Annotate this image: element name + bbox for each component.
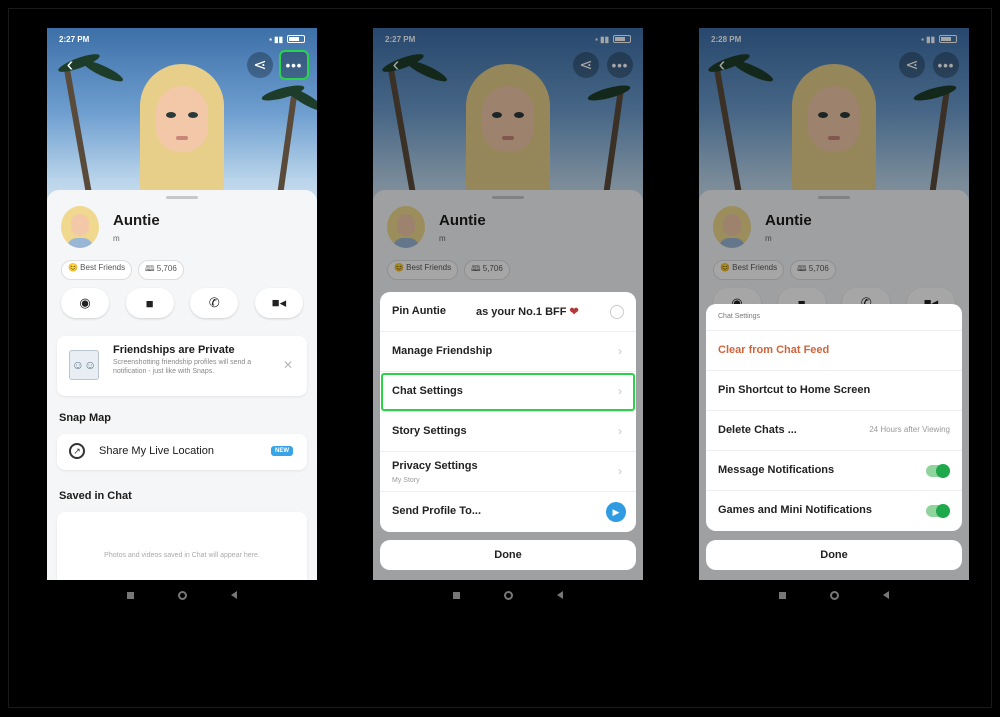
pin-bff-text: as your No.1 BFF xyxy=(476,306,567,318)
delete-chats-item[interactable]: Delete Chats ... 24 Hours after Viewing xyxy=(706,411,962,451)
menu-item-label: Pin Shortcut to Home Screen xyxy=(718,384,871,396)
message-notifications-item: Message Notifications xyxy=(706,451,962,491)
android-nav-bar xyxy=(373,580,643,610)
recents-icon[interactable] xyxy=(779,591,786,599)
delete-chats-value: 24 Hours after Viewing xyxy=(869,425,950,434)
done-button[interactable]: Done xyxy=(706,540,962,570)
action-row: ◉ ■ ✆ ■◂ xyxy=(61,288,303,318)
chat-icon: ■ xyxy=(145,295,154,311)
chevron-right-icon: › xyxy=(618,424,622,438)
palm-leaf xyxy=(80,57,126,85)
recents-icon[interactable] xyxy=(127,591,134,599)
chevron-right-icon: › xyxy=(618,464,622,478)
menu-item-label: Message Notifications xyxy=(718,464,835,476)
chevron-right-icon: › xyxy=(618,344,622,358)
profile-sheet: Auntie m 😊 Best Friends 🕮 5,706 ◉ ■ ✆ ■◂… xyxy=(47,190,317,580)
recents-icon[interactable] xyxy=(453,591,460,599)
menu-item-label: Games and Mini Notifications xyxy=(718,504,873,516)
games-notifications-toggle[interactable] xyxy=(926,504,950,518)
avatar[interactable] xyxy=(61,206,99,248)
sheet-grabber[interactable] xyxy=(166,196,198,199)
send-profile-item[interactable]: Send Profile To... ▶ xyxy=(380,492,636,532)
video-call-button[interactable]: ■◂ xyxy=(254,288,303,318)
chat-settings-title: Chat Settings xyxy=(718,313,761,320)
saved-empty-text: Photos and videos saved in Chat will app… xyxy=(104,552,260,559)
home-icon[interactable] xyxy=(178,590,187,600)
menu-item-label: Chat Settings xyxy=(392,385,463,397)
status-time: 2:27 PM xyxy=(59,34,90,44)
menu-item-label: Clear from Chat Feed xyxy=(718,344,830,356)
back-nav-icon[interactable] xyxy=(231,591,237,599)
back-nav-icon[interactable] xyxy=(883,591,889,599)
share-icon[interactable]: ⋖ xyxy=(247,52,273,78)
menu-item-label: Send Profile To... xyxy=(392,505,482,517)
pin-bff-suffix: as your No.1 BFF ❤ xyxy=(476,305,579,318)
saved-in-chat-heading: Saved in Chat xyxy=(59,490,132,502)
menu-item-label: Manage Friendship xyxy=(392,345,493,357)
status-bar: 2:27 PM ▪ ▮▮ xyxy=(59,32,305,46)
send-arrow-icon[interactable]: ▶ xyxy=(606,502,626,522)
snap-score-badge[interactable]: 🕮 5,706 xyxy=(138,260,184,280)
menu-item-sublabel: My Story xyxy=(392,477,420,484)
video-icon: ■◂ xyxy=(271,295,287,310)
menu-item-label: Story Settings xyxy=(392,425,467,437)
pin-bff-item[interactable]: Pin Auntie as your No.1 BFF ❤ xyxy=(380,292,636,332)
pin-shortcut-item[interactable]: Pin Shortcut to Home Screen xyxy=(706,371,962,411)
menu-item-label: Privacy Settings xyxy=(392,460,478,472)
profile-username: m xyxy=(113,234,120,243)
battery-icon xyxy=(287,35,305,43)
status-icons: ▪ ▮▮ xyxy=(269,35,305,44)
chat-settings-menu: Chat Settings Clear from Chat Feed Pin S… xyxy=(706,304,962,531)
phone-icon: ✆ xyxy=(208,295,220,310)
back-icon[interactable]: ‹ xyxy=(57,52,83,78)
chat-settings-header: Chat Settings xyxy=(706,304,962,331)
friendship-private-icon: ☺☺ xyxy=(69,350,99,380)
camera-icon: ◉ xyxy=(79,295,91,310)
chat-settings-item[interactable]: Chat Settings › xyxy=(380,372,636,412)
done-button[interactable]: Done xyxy=(380,540,636,570)
pin-bff-prefix: Pin Auntie xyxy=(392,305,446,317)
camera-button[interactable]: ◉ xyxy=(61,288,109,318)
message-notifications-toggle[interactable] xyxy=(926,464,950,478)
share-location-button[interactable]: ↗ Share My Live Location NEW xyxy=(57,434,307,470)
phone-screen-chat-settings: 2:28 PM ▪ ▮▮ ‹ ⋖ ••• Auntie m 😊 Best Fri… xyxy=(699,28,969,580)
chat-button[interactable]: ■ xyxy=(125,288,174,318)
best-friends-badge[interactable]: 😊 Best Friends xyxy=(61,260,133,280)
privacy-settings-item[interactable]: Privacy Settings My Story › xyxy=(380,452,636,492)
profile-badges: 😊 Best Friends 🕮 5,706 xyxy=(61,260,184,280)
android-nav-bar xyxy=(699,580,969,610)
chevron-right-icon: › xyxy=(618,384,622,398)
android-nav-bar xyxy=(47,580,317,610)
home-icon[interactable] xyxy=(830,590,839,600)
saved-media-card: Photos and videos saved in Chat will app… xyxy=(57,512,307,580)
privacy-card-title: Friendships are Private xyxy=(113,344,235,356)
games-notifications-item: Games and Mini Notifications xyxy=(706,491,962,531)
snap-map-heading: Snap Map xyxy=(59,412,111,424)
more-options-icon[interactable]: ••• xyxy=(279,50,309,80)
heart-icon: ❤ xyxy=(569,306,579,318)
back-nav-icon[interactable] xyxy=(557,591,563,599)
clear-chat-feed-item[interactable]: Clear from Chat Feed xyxy=(706,331,962,371)
pin-bff-radio[interactable] xyxy=(610,305,624,319)
privacy-card-text: Screenshotting friendship profiles will … xyxy=(113,359,252,375)
privacy-notice-card: ☺☺ Friendships are Private Screenshottin… xyxy=(57,336,307,396)
phone-screen-options: 2:27 PM ▪ ▮▮ ‹ ⋖ ••• Auntie m 😊 Best Fri… xyxy=(373,28,643,580)
profile-name: Auntie xyxy=(113,212,160,229)
home-icon[interactable] xyxy=(504,590,513,600)
close-icon[interactable]: ✕ xyxy=(283,358,293,372)
options-menu: Pin Auntie as your No.1 BFF ❤ Manage Fri… xyxy=(380,292,636,532)
story-settings-item[interactable]: Story Settings › xyxy=(380,412,636,452)
location-arrow-icon: ↗ xyxy=(69,443,85,459)
new-badge: NEW xyxy=(271,446,293,456)
manage-friendship-item[interactable]: Manage Friendship › xyxy=(380,332,636,372)
call-button[interactable]: ✆ xyxy=(190,288,239,318)
menu-item-label: Delete Chats ... xyxy=(718,424,797,436)
share-location-label: Share My Live Location xyxy=(99,445,214,457)
phone-screen-profile: 2:27 PM ▪ ▮▮ ‹ ⋖ ••• Auntie m 😊 Best Fri… xyxy=(47,28,317,580)
